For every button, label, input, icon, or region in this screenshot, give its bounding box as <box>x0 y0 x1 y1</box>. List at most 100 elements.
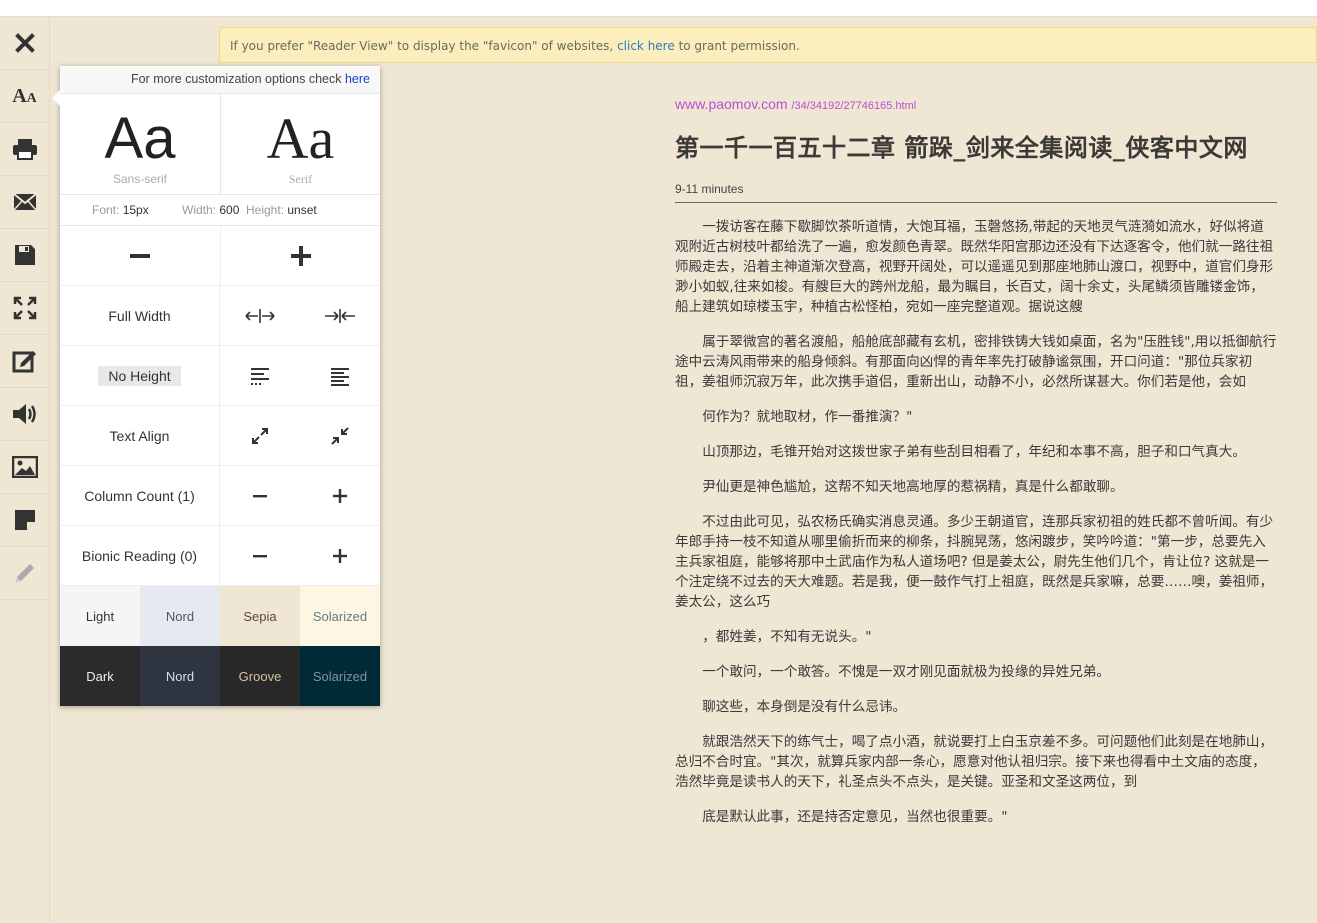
increase-line-height-button[interactable] <box>220 346 300 405</box>
paragraph: 属于翠微宫的著名渡船，船舱底部藏有玄机，密排铁铸大钱如桌面，名为"压胜钱",用以… <box>675 334 1277 390</box>
article-body: 一拨访客在藤下歇脚饮茶听道情，大饱耳福，玉磬悠扬,带起的天地灵气涟漪如流水，好似… <box>675 217 1277 827</box>
article: www.paomov.com /34/34192/27746165.html 第… <box>675 96 1277 842</box>
close-icon <box>14 33 35 53</box>
line-height-tight-icon <box>331 367 349 386</box>
theme-sepia[interactable]: Sepia <box>220 586 300 646</box>
notice-text-after: to grant permission. <box>678 39 800 53</box>
note-button[interactable] <box>0 494 49 547</box>
reader-toolbar: AA <box>0 17 50 923</box>
grant-permission-link[interactable]: click here <box>617 39 675 53</box>
fullscreen-icon <box>13 296 36 320</box>
bionic-reading-label: Bionic Reading (0) <box>60 526 220 585</box>
article-title: 第一千一百五十二章 箭跺_剑来全集阅读_侠客中文网 <box>675 134 1248 162</box>
dark-themes: Dark Nord Groove Solarized <box>60 646 380 706</box>
reading-time: 9-11 minutes <box>675 182 744 196</box>
minus-icon <box>253 494 267 497</box>
decrease-font-button[interactable] <box>60 226 220 285</box>
speaker-icon <box>12 404 36 424</box>
paragraph: 何作为？就地取材，作一番推演？" <box>702 409 913 425</box>
height-metric: Height: unset <box>246 203 317 217</box>
edit-icon <box>12 351 36 373</box>
decrease-line-height-button[interactable] <box>300 346 380 405</box>
panel-pointer <box>52 90 60 106</box>
image-icon <box>11 456 38 478</box>
narrow-button[interactable] <box>300 286 380 345</box>
customization-hint: For more customization options check her… <box>60 66 380 93</box>
save-icon <box>14 245 35 265</box>
shrink-horizontal-icon <box>325 308 355 323</box>
font-size-value: 15px <box>122 203 149 217</box>
compress-icon <box>331 426 349 445</box>
no-height-cell: No Height <box>60 346 220 405</box>
speak-button[interactable] <box>0 388 49 441</box>
source-url[interactable]: www.paomov.com /34/34192/27746165.html <box>675 96 1277 112</box>
width-label: Width: <box>182 203 217 217</box>
theme-dark[interactable]: Dark <box>60 646 140 706</box>
source-domain: www.paomov.com <box>675 96 788 112</box>
paragraph: 聊这些，本身倒是没有什么忌讳。 <box>702 699 907 715</box>
expand-spacing-button[interactable] <box>220 406 300 465</box>
plus-icon <box>333 548 347 563</box>
save-button[interactable] <box>0 229 49 282</box>
width-value: 600 <box>219 203 240 217</box>
theme-nord-dark[interactable]: Nord <box>140 646 220 706</box>
font-option-sans-serif[interactable]: Aa Sans-serif <box>60 94 220 194</box>
height-row: No Height <box>60 346 380 406</box>
font-size-metric: Font: 15px <box>92 203 149 217</box>
font-sample: Aa <box>266 106 335 171</box>
theme-solarized-light[interactable]: Solarized <box>300 586 380 646</box>
font-family-options: Aa Sans-serif Aa Serif <box>60 93 380 194</box>
plus-icon <box>290 245 311 266</box>
close-button[interactable] <box>0 17 49 70</box>
text-align-row: Text Align <box>60 406 380 466</box>
pencil-icon <box>15 564 34 582</box>
images-button[interactable] <box>0 441 49 494</box>
height-value: unset <box>287 203 317 217</box>
paragraph: 一拨访客在藤下歇脚饮茶听道情，大饱耳福，玉磬悠扬,带起的天地灵气涟漪如流水，好似… <box>675 219 1274 315</box>
light-themes: Light Nord Sepia Solarized <box>60 586 380 646</box>
theme-groove[interactable]: Groove <box>220 646 300 706</box>
shrink-spacing-button[interactable] <box>300 406 380 465</box>
width-row: Full Width <box>60 286 380 346</box>
fullscreen-button[interactable] <box>0 282 49 335</box>
customization-link[interactable]: here <box>345 72 370 86</box>
email-icon <box>12 193 37 211</box>
theme-nord-light[interactable]: Nord <box>140 586 220 646</box>
title-divider <box>675 202 1277 203</box>
customization-hint-text: For more customization options check <box>130 72 342 86</box>
increase-columns-button[interactable] <box>300 466 380 525</box>
print-button[interactable] <box>0 123 49 176</box>
font-settings-panel: For more customization options check her… <box>52 66 380 706</box>
minus-icon <box>130 253 150 258</box>
favicon-permission-notice: If you prefer "Reader View" to display t… <box>219 27 1317 63</box>
paragraph: 山顶那边，毛锥开始对这拨世家子弟有些刮目相看了，年纪和本事不高，胆子和口气真大。 <box>702 444 1246 460</box>
font-settings-button[interactable]: AA <box>0 70 49 123</box>
browser-top-strip <box>0 0 1317 17</box>
paragraph: 尹仙更是神色尴尬，这帮不知天地高地厚的惹祸精，真是什么都敢聊。 <box>702 479 1124 495</box>
paragraph: 就跟浩然天下的练气士，喝了点小酒，就说要打上白玉京差不多。可问题他们此刻是在地肺… <box>675 734 1274 790</box>
text-align-button[interactable]: Text Align <box>60 406 220 465</box>
no-height-button[interactable]: No Height <box>98 365 181 386</box>
bionic-reading-row: Bionic Reading (0) <box>60 526 380 586</box>
line-height-loose-icon <box>251 367 269 385</box>
increase-font-button[interactable] <box>220 226 380 285</box>
notice-text-before: If you prefer "Reader View" to display t… <box>230 39 614 53</box>
decrease-bionic-button[interactable] <box>220 526 300 585</box>
font-option-serif[interactable]: Aa Serif <box>220 94 380 194</box>
expand-icon <box>252 427 268 444</box>
column-count-row: Column Count (1) <box>60 466 380 526</box>
highlight-button[interactable] <box>0 547 49 600</box>
full-width-button[interactable]: Full Width <box>60 286 220 345</box>
paragraph: ，都姓姜，不知有无说头。" <box>702 629 872 645</box>
edit-button[interactable] <box>0 335 49 388</box>
theme-light[interactable]: Light <box>60 586 140 646</box>
increase-bionic-button[interactable] <box>300 526 380 585</box>
widen-button[interactable] <box>220 286 300 345</box>
decrease-columns-button[interactable] <box>220 466 300 525</box>
note-icon <box>14 510 35 530</box>
width-metric: Width: 600 <box>182 203 239 217</box>
email-button[interactable] <box>0 176 49 229</box>
font-settings-icon: AA <box>12 84 37 107</box>
paragraph: 不过由此可见，弘农杨氏确实消息灵通。多少王朝道官，连那兵家初祖的姓氏都不曾听闻。… <box>675 514 1274 610</box>
theme-solarized-dark[interactable]: Solarized <box>300 646 380 706</box>
